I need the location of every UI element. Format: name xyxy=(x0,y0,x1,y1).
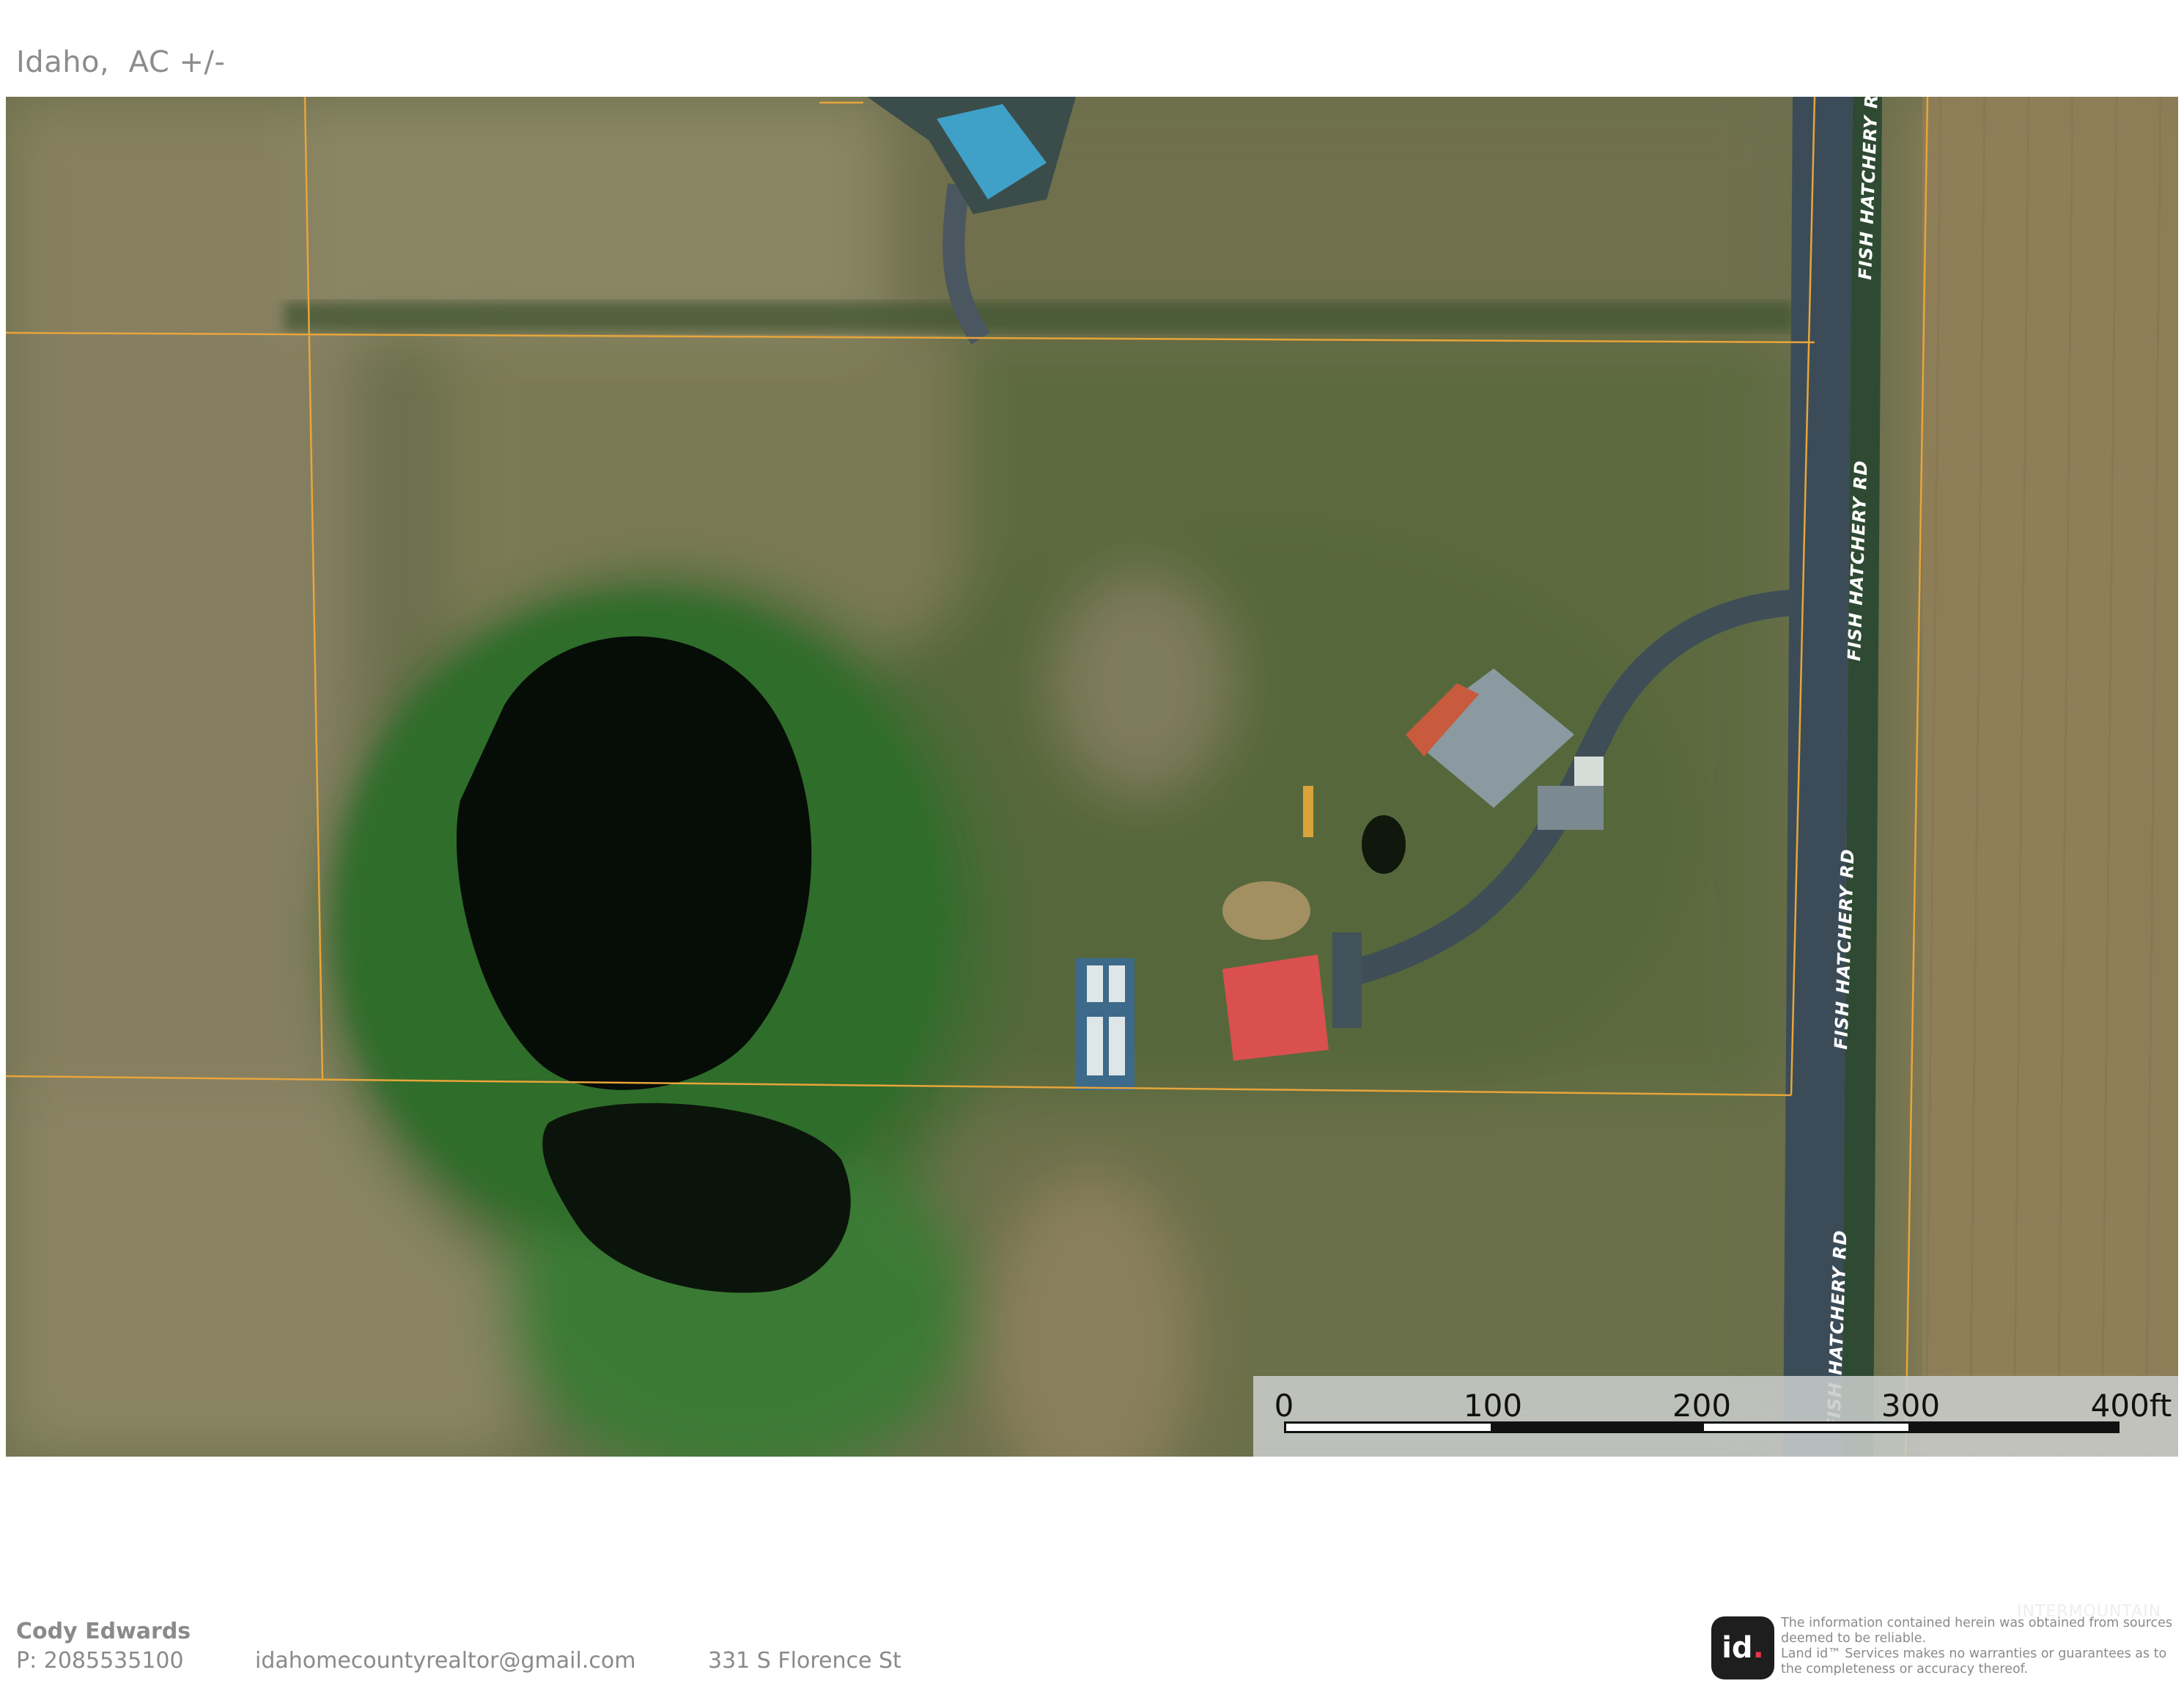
scale-label-200: 200 xyxy=(1672,1388,1732,1424)
logo-dot: . xyxy=(1752,1631,1764,1665)
plowed-field xyxy=(1922,97,2178,1457)
scale-segment-3 xyxy=(1702,1421,1911,1433)
scale-segment-1 xyxy=(1284,1421,1493,1433)
scale-bar: 0 100 200 300 400ft xyxy=(1253,1376,2178,1457)
scale-label-400: 400ft xyxy=(2090,1388,2172,1424)
land-id-logo: id. xyxy=(1711,1616,1774,1679)
agent-phone: P: 2085535100 xyxy=(16,1648,184,1674)
logo-text: id xyxy=(1722,1631,1753,1665)
satellite-map[interactable]: FISH HATCHERY RD FISH HATCHERY RD FISH H… xyxy=(6,97,2178,1457)
disclaimer: The information contained herein was obt… xyxy=(1781,1616,2173,1677)
tree-line xyxy=(284,302,1794,331)
agent-email[interactable]: idahomecountyrealtor@gmail.com xyxy=(255,1648,635,1674)
scale-label-300: 300 xyxy=(1881,1388,1941,1424)
agent-address: 331 S Florence St xyxy=(708,1648,901,1674)
scale-label-0: 0 xyxy=(1274,1388,1294,1424)
scale-label-100: 100 xyxy=(1463,1388,1523,1424)
scale-segment-4 xyxy=(1911,1421,2120,1433)
scale-segment-2 xyxy=(1493,1421,1702,1433)
page-title: Idaho, AC +/- xyxy=(16,45,226,79)
agent-name: Cody Edwards xyxy=(16,1619,191,1644)
white-sheds xyxy=(1076,958,1135,1090)
